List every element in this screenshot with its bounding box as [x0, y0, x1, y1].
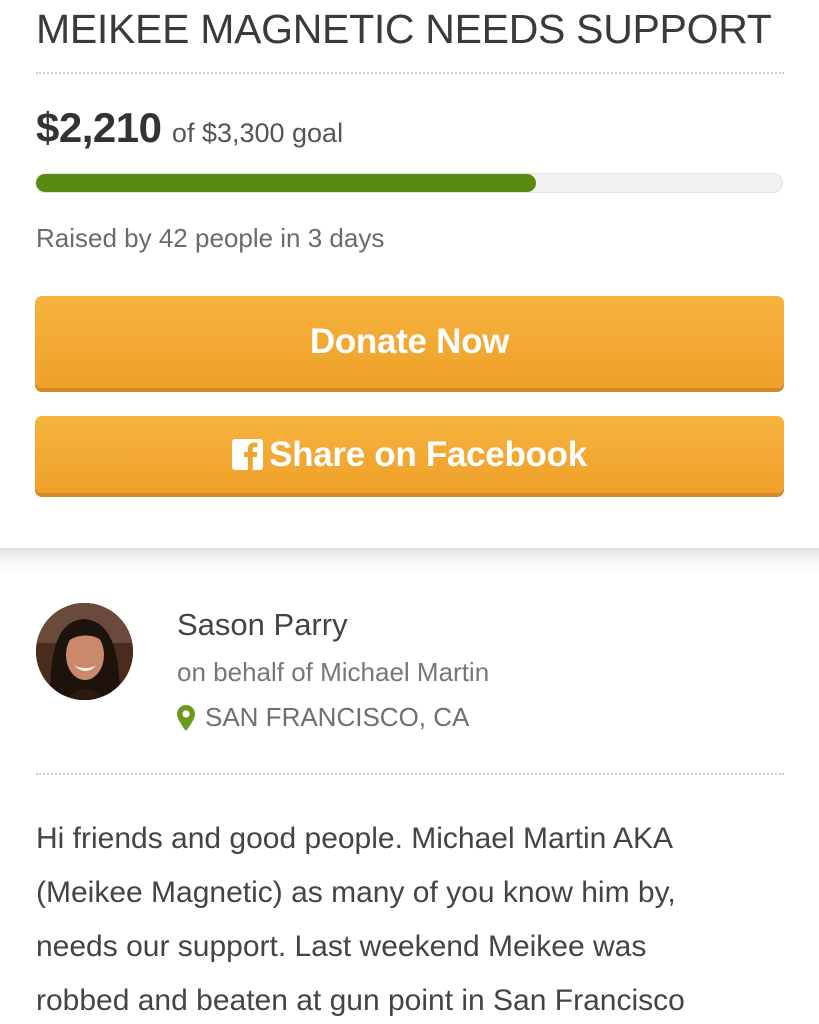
location-text: SAN FRANCISCO, CA: [205, 702, 470, 732]
location: SAN FRANCISCO, CA: [177, 702, 469, 733]
facebook-icon: [232, 439, 264, 470]
raised-by-text: Raised by 42 people in 3 days: [36, 223, 385, 253]
divider: [36, 773, 784, 775]
campaign-page: MEIKEE MAGNETIC NEEDS SUPPORT $2,210 of …: [0, 0, 819, 1024]
amount-row: $2,210 of $3,300 goal: [36, 104, 343, 152]
map-pin-icon: [177, 704, 195, 731]
share-on-facebook-label: Share on Facebook: [269, 434, 587, 474]
progress-fill: [36, 174, 536, 192]
beneficiary-text: on behalf of Michael Martin: [177, 657, 490, 687]
donate-now-label: Donate Now: [309, 322, 510, 361]
story-text: Hi friends and good people. Michael Mart…: [36, 822, 685, 1017]
progress-bar: [35, 173, 783, 193]
section-divider: [0, 548, 819, 572]
donate-now-button[interactable]: Donate Now: [35, 296, 784, 388]
amount-raised: $2,210: [36, 104, 162, 151]
divider: [36, 72, 784, 74]
organizer-avatar[interactable]: [36, 603, 133, 700]
goal-amount: of $3,300 goal: [171, 118, 344, 148]
organizer-name[interactable]: Sason Parry: [177, 607, 348, 643]
share-on-facebook-button[interactable]: Share on Facebook: [35, 416, 784, 493]
campaign-title: MEIKEE MAGNETIC NEEDS SUPPORT: [36, 6, 772, 52]
